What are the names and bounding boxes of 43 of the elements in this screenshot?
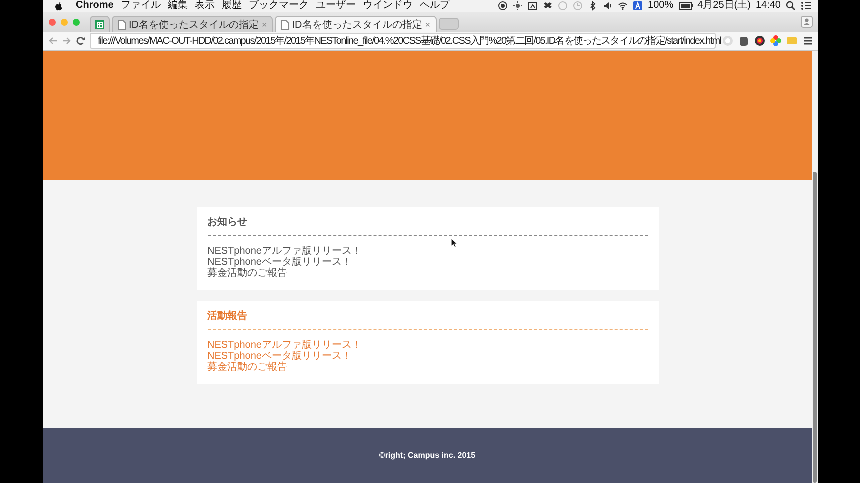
tab-title: ID名を使ったスタイルの指定 (129, 18, 259, 32)
cursor-icon (451, 238, 458, 248)
screen-icon[interactable] (528, 1, 538, 11)
copyright-text: ©right; Campus inc. 2015 (379, 451, 476, 460)
menu-item[interactable]: 履歴 (222, 0, 242, 12)
tab-title: ID名を使ったスタイルの指定 (292, 18, 422, 32)
menu-icon[interactable] (802, 35, 814, 47)
page-icon (281, 20, 290, 30)
reload-icon[interactable] (76, 36, 86, 46)
browser-tab[interactable]: ID名を使ったスタイルの指定 × (112, 16, 274, 32)
url-text: file:///Volumes/MAC-OUT-HDD/02.campus/2015年/2015年NESTonline_file/04.%20CSS基礎/02.CSS入門%20第二回/05.ID名を使ったスタイルの指定/start/index.html (98, 34, 722, 48)
record-icon[interactable] (498, 1, 508, 11)
keyboard-input-icon[interactable] (633, 1, 644, 11)
apple-icon[interactable] (55, 2, 63, 10)
menu-item[interactable]: 表示 (194, 0, 215, 12)
battery-percentage: 100% (648, 0, 674, 12)
search-icon[interactable] (786, 1, 796, 11)
pinwheel-icon[interactable] (770, 35, 782, 47)
card-heading: お知らせ (208, 217, 648, 236)
card-heading: 活動報告 (208, 311, 648, 330)
profile-icon[interactable] (801, 16, 813, 28)
menu-item[interactable]: 編集 (168, 0, 188, 12)
news-link[interactable]: NESTphoneアルファ版リリース！ (208, 246, 648, 257)
wifi-icon[interactable] (618, 1, 628, 11)
news-link[interactable]: NESTphoneベータ版リリース！ (208, 257, 648, 268)
menu-item[interactable]: ファイル (120, 0, 161, 12)
bluetooth-icon[interactable] (588, 1, 598, 11)
list-icon[interactable] (801, 1, 812, 11)
page-icon (118, 20, 126, 30)
browser-tab[interactable]: ID名を使ったスタイルの指定 × (275, 16, 437, 32)
grid-app-icon (95, 20, 105, 30)
app-menu[interactable]: Chrome (76, 0, 114, 12)
menu-item[interactable]: ブックマーク (248, 0, 309, 12)
menu-bar-date[interactable]: 4月25日(土) (698, 0, 751, 12)
menu-item[interactable]: ユーザー (316, 0, 356, 12)
sun-icon[interactable] (513, 1, 524, 11)
pinned-tab[interactable] (90, 16, 110, 32)
news-link[interactable]: 募金活動のご報告 (208, 268, 648, 279)
battery-icon[interactable] (678, 2, 693, 10)
menu-item[interactable]: ウインドウ (362, 0, 413, 12)
menu-bar-time[interactable]: 14:40 (756, 0, 781, 12)
scrollbar-thumb[interactable] (813, 172, 817, 483)
speaker-icon[interactable] (603, 1, 614, 11)
